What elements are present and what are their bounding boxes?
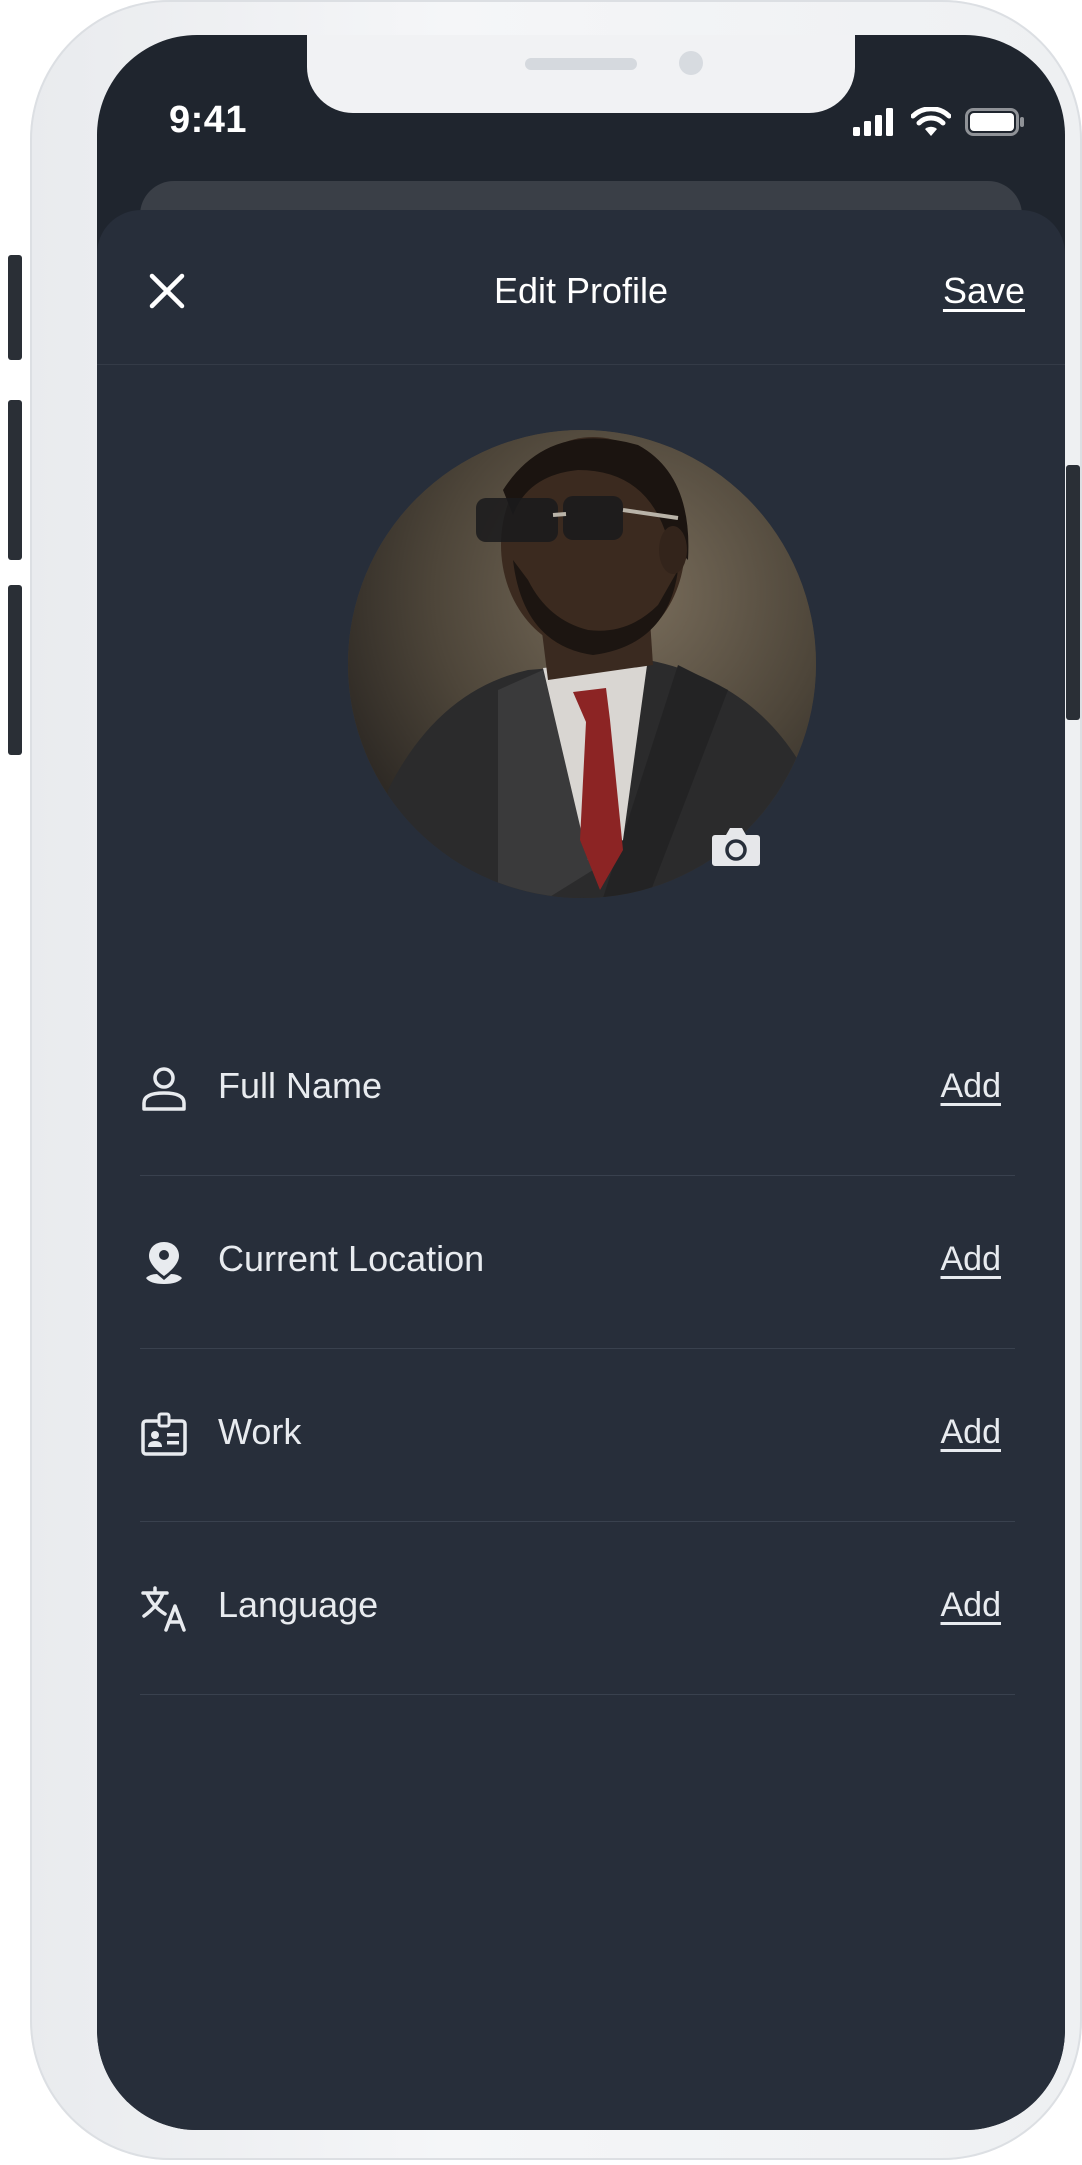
sheet-header: Edit Profile Save — [97, 210, 1065, 365]
field-label: Language — [218, 1584, 379, 1625]
field-row-full-name[interactable]: Full Name Add — [140, 1003, 1015, 1176]
camera-icon[interactable] — [711, 825, 761, 867]
edit-profile-sheet: Edit Profile Save Full Name Add Current … — [97, 210, 1065, 2130]
mute-switch — [8, 255, 22, 360]
add-location-button[interactable]: Add — [941, 1240, 1002, 1279]
power-button — [1066, 465, 1080, 720]
translate-icon — [141, 1586, 186, 1632]
field-row-work[interactable]: Work Add — [140, 1349, 1015, 1522]
notch — [307, 35, 855, 113]
status-icons — [853, 107, 1025, 137]
field-label: Current Location — [218, 1238, 485, 1279]
field-label: Full Name — [218, 1065, 383, 1106]
battery-icon — [965, 108, 1024, 136]
field-label: Work — [218, 1411, 302, 1452]
phone-frame: 9:41 Edit Profile Save Full Name Add Cur… — [8, 0, 1082, 2160]
page-title: Edit Profile — [493, 270, 669, 311]
speaker-grille — [525, 58, 637, 70]
field-row-current-location[interactable]: Current Location Add — [140, 1176, 1015, 1349]
front-camera — [679, 51, 703, 75]
volume-up-button — [8, 400, 22, 560]
add-work-button[interactable]: Add — [941, 1413, 1002, 1452]
person-icon — [142, 1067, 186, 1111]
location-pin-icon — [146, 1242, 182, 1284]
phone-screen: 9:41 Edit Profile Save Full Name Add Cur… — [97, 35, 1065, 2130]
field-row-language[interactable]: Language Add — [140, 1522, 1015, 1695]
status-time: 9:41 — [169, 99, 248, 141]
add-language-button[interactable]: Add — [941, 1586, 1002, 1625]
save-button[interactable]: Save — [943, 270, 1025, 312]
wifi-icon — [911, 107, 951, 136]
id-badge-icon — [141, 1412, 187, 1456]
volume-down-button — [8, 585, 22, 755]
add-full-name-button[interactable]: Add — [941, 1067, 1002, 1106]
signal-icon — [853, 108, 893, 136]
